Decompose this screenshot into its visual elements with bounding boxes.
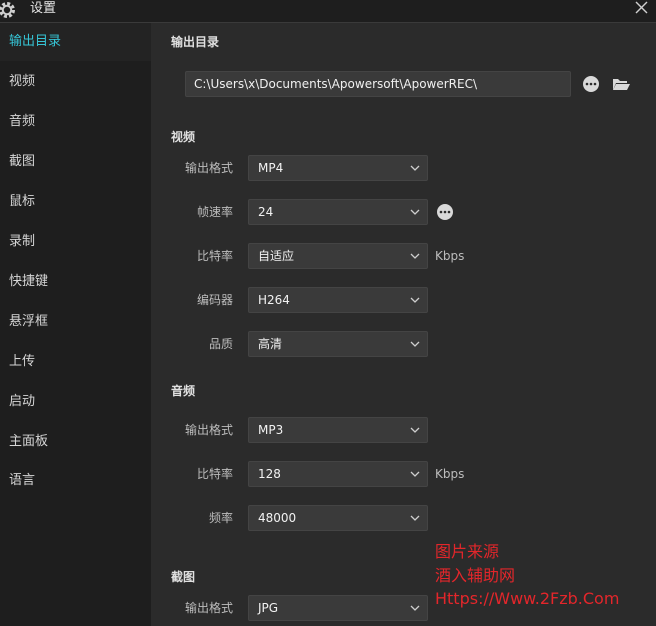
video-format-select[interactable]: MP4: [248, 155, 428, 181]
title-bar: 设置: [0, 0, 656, 23]
sidebar: 输出目录 视频 音频 截图 鼠标 录制 快捷键 悬浮框 上传 启动 主面板 语言: [0, 23, 151, 626]
audio-format-label: 输出格式: [184, 423, 233, 437]
sidebar-item-label: 快捷键: [9, 274, 49, 289]
sidebar-item-label: 悬浮框: [9, 314, 49, 329]
video-format-label: 输出格式: [184, 161, 233, 175]
select-value: JPG: [258, 601, 279, 615]
chevron-down-icon: [410, 515, 420, 521]
chevron-down-icon: [410, 427, 420, 433]
audio-format-select[interactable]: MP3: [248, 417, 428, 443]
sidebar-item-output-dir[interactable]: 输出目录: [0, 23, 151, 61]
sample-rate-select[interactable]: 48000: [248, 505, 428, 531]
video-bitrate-label: 比特率: [196, 249, 233, 263]
window-title: 设置: [30, 1, 57, 16]
screenshot-format-select[interactable]: JPG: [248, 595, 428, 621]
watermark-line-1: 图片来源: [435, 542, 500, 561]
settings-content: 输出目录 C:\Users\x\Documents\Apowersoft\Apo…: [151, 23, 656, 626]
select-value: H264: [258, 293, 290, 307]
quality-select[interactable]: 高清: [248, 331, 428, 357]
select-value: MP3: [258, 423, 284, 437]
sidebar-item-label: 语言: [9, 473, 36, 488]
select-value: 高清: [258, 337, 283, 351]
encoder-label: 编码器: [196, 293, 233, 307]
chevron-down-icon: [410, 165, 420, 171]
close-icon[interactable]: [632, 0, 652, 18]
select-value: MP4: [258, 161, 284, 175]
encoder-select[interactable]: H264: [248, 287, 428, 313]
video-bitrate-select[interactable]: 自适应: [248, 243, 428, 269]
video-bitrate-unit: Kbps: [435, 249, 465, 263]
quality-label: 品质: [208, 337, 233, 351]
frame-rate-label: 帧速率: [196, 205, 233, 219]
sidebar-item-label: 输出目录: [9, 34, 62, 49]
sidebar-item-upload[interactable]: 上传: [0, 343, 151, 381]
gear-icon: [0, 2, 15, 18]
select-value: 自适应: [258, 249, 295, 263]
sidebar-item-label: 主面板: [9, 434, 49, 449]
select-value: 24: [258, 205, 274, 219]
watermark-line-3: Https://Www.2Fzb.Com: [435, 589, 620, 608]
sidebar-item-screenshot[interactable]: 截图: [0, 143, 151, 181]
sidebar-item-label: 截图: [9, 154, 36, 169]
sidebar-item-label: 视频: [9, 74, 36, 89]
screenshot-format-label: 输出格式: [184, 601, 233, 615]
sidebar-item-floating-box[interactable]: 悬浮框: [0, 303, 151, 341]
audio-bitrate-unit: Kbps: [435, 467, 465, 481]
sidebar-item-label: 录制: [9, 234, 36, 249]
sidebar-item-label: 上传: [9, 354, 36, 369]
open-folder-icon[interactable]: [611, 74, 631, 94]
select-value: 128: [258, 467, 281, 481]
sidebar-item-mouse[interactable]: 鼠标: [0, 183, 151, 221]
audio-bitrate-select[interactable]: 128: [248, 461, 428, 487]
chevron-down-icon: [410, 341, 420, 347]
chevron-down-icon: [410, 297, 420, 303]
sidebar-item-startup[interactable]: 启动: [0, 383, 151, 421]
scrollbar[interactable]: [651, 23, 656, 626]
frame-rate-select[interactable]: 24: [248, 199, 428, 225]
watermark-line-2: 酒入辅助网: [435, 566, 516, 585]
sidebar-item-record[interactable]: 录制: [0, 223, 151, 261]
section-title-audio: 音频: [171, 384, 196, 398]
chevron-down-icon: [410, 253, 420, 259]
output-path-field[interactable]: C:\Users\x\Documents\Apowersoft\ApowerRE…: [185, 71, 571, 97]
chevron-down-icon: [410, 605, 420, 611]
sample-rate-label: 频率: [208, 511, 233, 525]
sidebar-item-label: 鼠标: [9, 194, 36, 209]
sidebar-item-audio[interactable]: 音频: [0, 103, 151, 141]
sidebar-item-label: 音频: [9, 114, 36, 129]
chevron-down-icon: [410, 471, 420, 477]
audio-bitrate-label: 比特率: [196, 467, 233, 481]
more-options-icon[interactable]: [581, 74, 601, 94]
sidebar-item-video[interactable]: 视频: [0, 63, 151, 101]
chevron-down-icon: [410, 209, 420, 215]
more-options-icon[interactable]: [435, 202, 455, 222]
sidebar-item-main-panel[interactable]: 主面板: [0, 423, 151, 461]
sidebar-item-language[interactable]: 语言: [0, 462, 151, 500]
select-value: 48000: [258, 511, 297, 525]
section-title-video: 视频: [171, 130, 196, 144]
sidebar-item-hotkeys[interactable]: 快捷键: [0, 263, 151, 301]
section-title-screenshot: 截图: [171, 570, 196, 584]
section-title-output-dir: 输出目录: [171, 35, 220, 49]
sidebar-item-label: 启动: [9, 394, 36, 409]
settings-window: 设置 输出目录 视频 音频 截图 鼠标 录制 快捷键 悬浮框 上传 启动 主面板…: [0, 0, 656, 626]
